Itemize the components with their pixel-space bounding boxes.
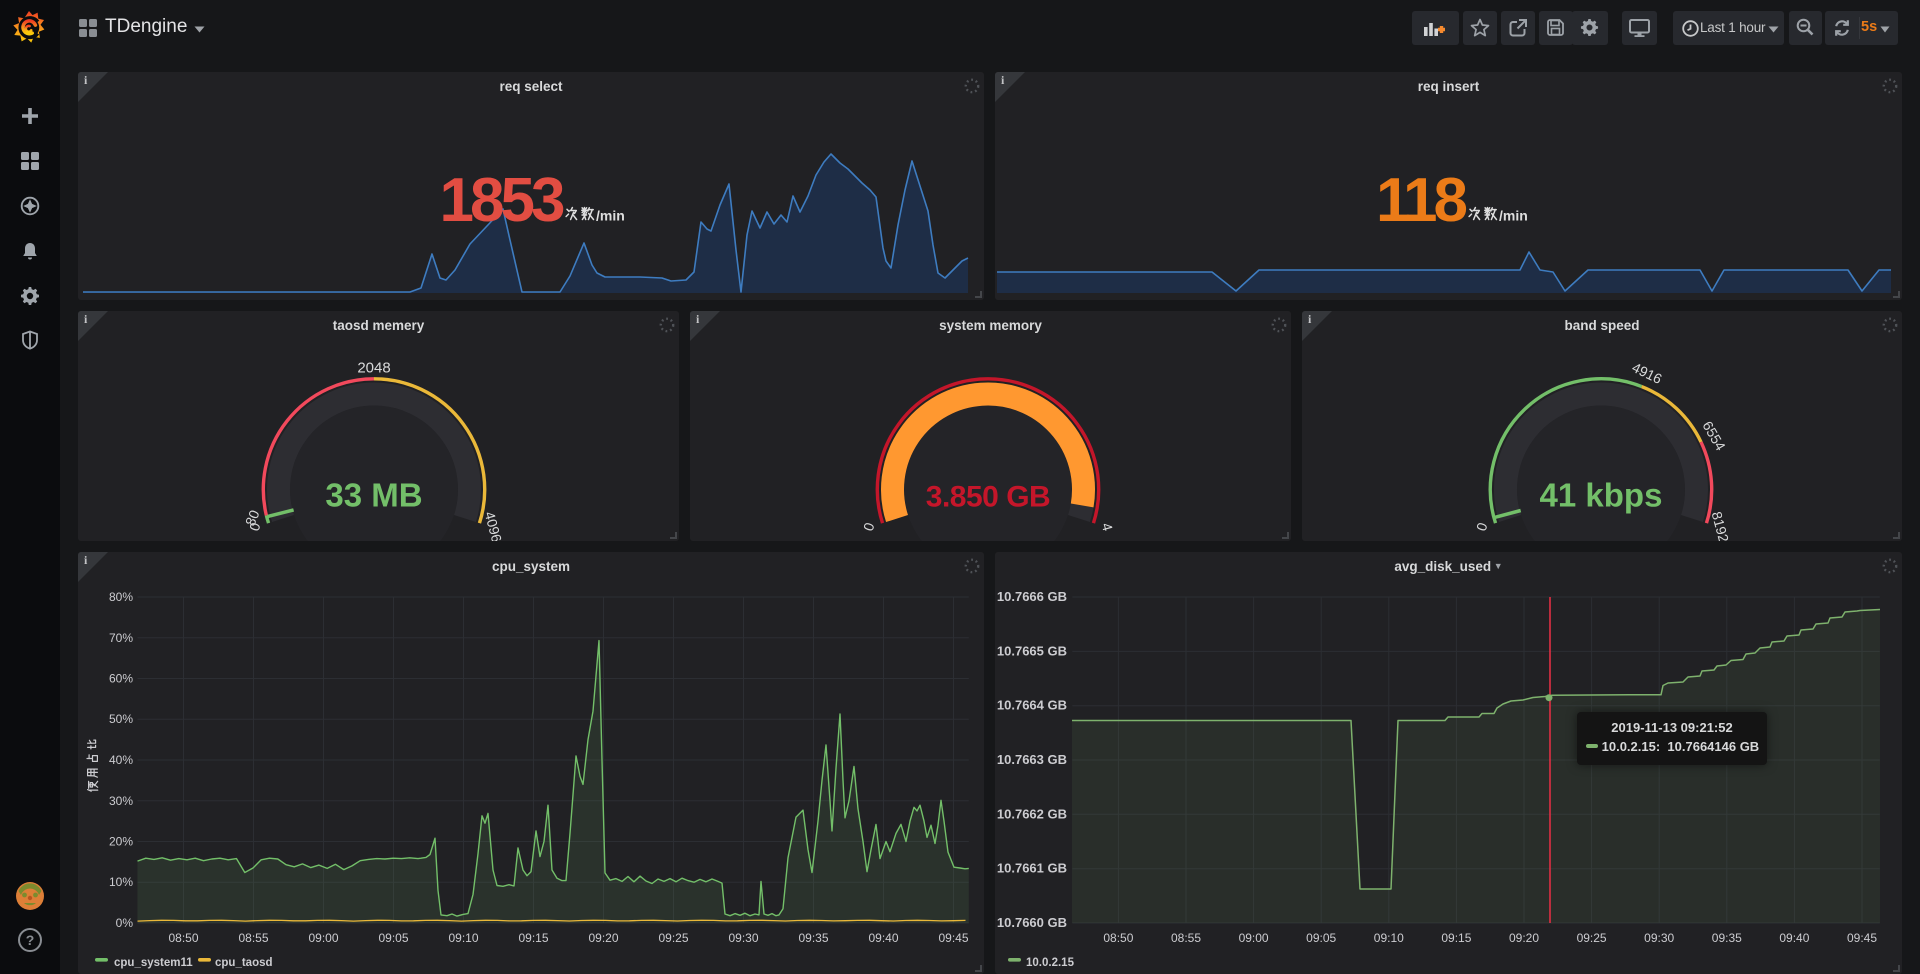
- svg-text:40%: 40%: [109, 753, 133, 767]
- svg-text:10.7661 GB: 10.7661 GB: [997, 861, 1067, 876]
- svg-text:0: 0: [1473, 520, 1491, 533]
- svg-text:09:05: 09:05: [378, 931, 408, 945]
- svg-text:09:35: 09:35: [1712, 931, 1742, 945]
- svg-text:09:45: 09:45: [1847, 931, 1877, 945]
- svg-text:50%: 50%: [109, 712, 133, 726]
- svg-text:09:10: 09:10: [1374, 931, 1404, 945]
- svg-text:10.0.2.15: 10.0.2.15: [1026, 957, 1075, 969]
- svg-text:08:50: 08:50: [1103, 931, 1133, 945]
- svg-text:33 MB: 33 MB: [325, 477, 422, 514]
- svg-text:70%: 70%: [109, 631, 133, 645]
- svg-text:10%: 10%: [109, 875, 133, 889]
- svg-text:09:30: 09:30: [728, 931, 758, 945]
- svg-text:10.7664 GB: 10.7664 GB: [997, 698, 1067, 713]
- svg-text:09:30: 09:30: [1644, 931, 1674, 945]
- svg-text:08:50: 08:50: [168, 931, 198, 945]
- svg-text:10.7662 GB: 10.7662 GB: [997, 806, 1067, 821]
- svg-text:10.7665 GB: 10.7665 GB: [997, 643, 1067, 658]
- svg-text:09:20: 09:20: [1509, 931, 1539, 945]
- svg-text:09:45: 09:45: [938, 931, 968, 945]
- svg-text:09:35: 09:35: [798, 931, 828, 945]
- svg-text:10.7666 GB: 10.7666 GB: [997, 589, 1067, 604]
- svg-text:cpu_system11: cpu_system11: [114, 957, 193, 969]
- svg-text:80%: 80%: [109, 590, 133, 604]
- svg-text:2048: 2048: [357, 359, 390, 376]
- svg-text:10.7663 GB: 10.7663 GB: [997, 752, 1067, 767]
- svg-text:cpu_taosd: cpu_taosd: [215, 957, 273, 969]
- svg-text:09:25: 09:25: [1577, 931, 1607, 945]
- svg-text:09:00: 09:00: [308, 931, 338, 945]
- svg-text:/min: /min: [1499, 208, 1528, 222]
- svg-text:09:25: 09:25: [658, 931, 688, 945]
- svg-text:4: 4: [1099, 521, 1117, 533]
- svg-text:/min: /min: [596, 208, 625, 222]
- svg-text:60%: 60%: [109, 672, 133, 686]
- svg-text:08:55: 08:55: [1171, 931, 1201, 945]
- svg-text:09:05: 09:05: [1306, 931, 1336, 945]
- svg-text:09:40: 09:40: [1779, 931, 1809, 945]
- svg-text:20%: 20%: [109, 835, 133, 849]
- svg-text:08:55: 08:55: [238, 931, 268, 945]
- svg-text:09:15: 09:15: [1441, 931, 1471, 945]
- svg-text:09:20: 09:20: [588, 931, 618, 945]
- svg-text:41 kbps: 41 kbps: [1540, 477, 1663, 514]
- svg-text:?: ?: [26, 932, 35, 948]
- svg-text:8192: 8192: [1709, 510, 1733, 541]
- svg-text:09:10: 09:10: [448, 931, 478, 945]
- svg-text:09:15: 09:15: [518, 931, 548, 945]
- svg-text:09:00: 09:00: [1239, 931, 1269, 945]
- svg-text:0%: 0%: [116, 916, 134, 930]
- svg-text:10.7660 GB: 10.7660 GB: [997, 915, 1067, 930]
- svg-text:4096: 4096: [482, 510, 506, 541]
- svg-text:30%: 30%: [109, 794, 133, 808]
- svg-text:3.850 GB: 3.850 GB: [926, 481, 1050, 514]
- svg-text:09:40: 09:40: [868, 931, 898, 945]
- svg-text:0: 0: [860, 520, 878, 533]
